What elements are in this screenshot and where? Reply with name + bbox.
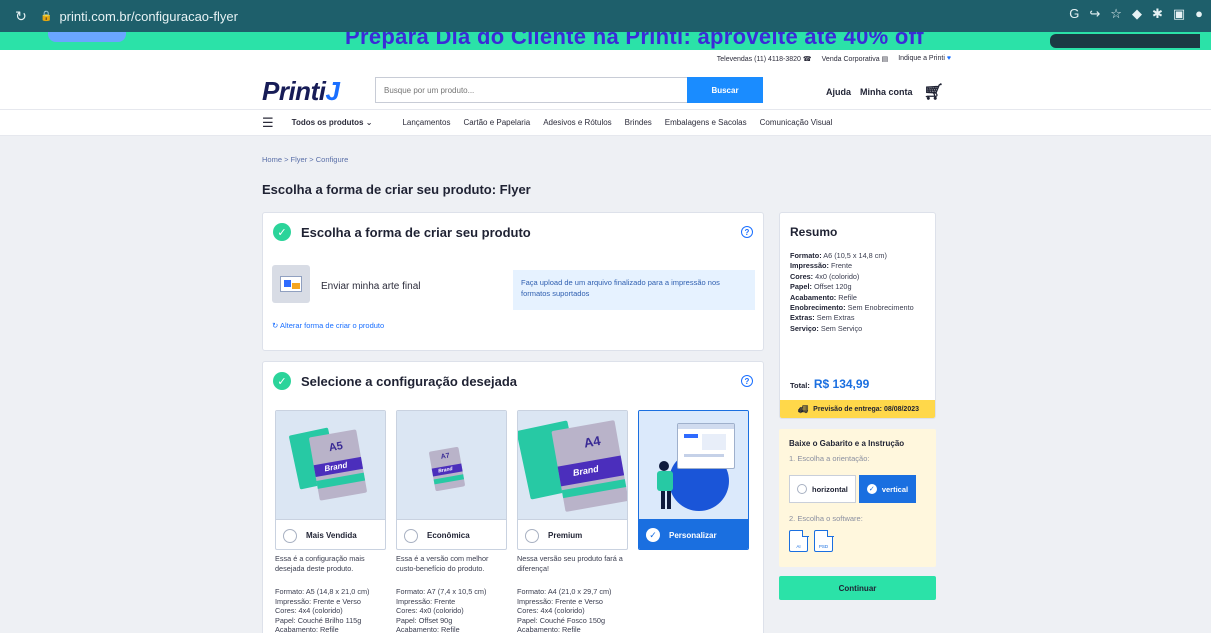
option-description: Essa é a configuração mais desejada dest…: [275, 554, 365, 573]
total-price: Total: R$ 134,99: [790, 377, 870, 391]
step-config-header: ✓ Selecione a configuração desejada: [273, 372, 517, 390]
option-spec: Formato: A5 (14,8 x 21,0 cm) Impressão: F…: [275, 587, 370, 633]
orientation-horizontal-button[interactable]: horizontal: [789, 475, 856, 503]
option-personalizar[interactable]: ✓ Personalizar: [638, 410, 749, 550]
orientation-label: 1. Escolha a orientação:: [789, 454, 870, 463]
option-spec: Formato: A7 (7,4 x 10,5 cm) Impressão: Fr…: [396, 587, 487, 633]
search-bar: Buscar: [375, 77, 763, 103]
promo-banner[interactable]: Prepara Dia do Cliente na Printi: aprove…: [0, 32, 1211, 50]
cart-icon[interactable]: 🛒︎: [924, 82, 944, 102]
promo-text: Prepara Dia do Cliente na Printi: aprove…: [345, 32, 924, 49]
step-create-card: ✓ Escolha a forma de criar seu produto ?…: [262, 212, 764, 351]
config-options: A5 Brand Mais Vendida A7 Brand Econômica…: [275, 410, 749, 550]
step-config-title: Selecione a configuração desejada: [301, 373, 518, 389]
option-label-row: Premium: [518, 519, 627, 549]
option-label-row: ✓ Personalizar: [639, 519, 748, 549]
radio-button[interactable]: [404, 528, 418, 543]
option-economica[interactable]: A7 Brand Econômica: [396, 410, 507, 550]
help-icon[interactable]: ?: [741, 375, 753, 387]
page-title: Escolha a forma de criar seu produto: Fl…: [262, 182, 531, 197]
breadcrumb[interactable]: Home > Flyer > Configure: [262, 155, 348, 164]
radio-button[interactable]: [525, 528, 539, 543]
continue-button[interactable]: Continuar: [779, 576, 936, 600]
psd-file-icon[interactable]: PSD: [814, 529, 834, 552]
template-download-panel: Baixe o Gabarito e a Instrução 1. Escolh…: [779, 429, 936, 567]
lock-icon: 🔒: [40, 10, 53, 22]
check-icon: ✓: [273, 372, 291, 390]
venda-corporativa-link[interactable]: Venda Corporativa ▤: [822, 55, 889, 63]
account-link[interactable]: Minha conta: [860, 87, 913, 97]
check-icon: ✓: [273, 223, 291, 241]
software-label: 2. Escolha o software:: [789, 514, 863, 523]
extension-icon[interactable]: ◆: [1132, 6, 1142, 22]
step-create-title: Escolha a forma de criar seu produto: [301, 224, 531, 240]
browser-actions: G ↪ ☆ ◆ ✱ ▣ ●: [1069, 6, 1203, 22]
option-image-a4: A4 Brand: [518, 411, 627, 519]
upload-art-icon: [272, 265, 310, 303]
template-title: Baixe o Gabarito e a Instrução: [789, 439, 905, 448]
nav-item-brindes[interactable]: Brindes: [625, 118, 652, 127]
help-link[interactable]: Ajuda: [826, 87, 851, 97]
address-text: printi.com.br/configuracao-flyer: [59, 8, 238, 24]
nav-item-adesivos[interactable]: Adesivos e Rótulos: [543, 118, 611, 127]
browser-toolbar: ↻ 🔒 printi.com.br/configuracao-flyer G ↪…: [0, 0, 1211, 32]
step-config-card: ✓ Selecione a configuração desejada ? A5…: [262, 361, 764, 633]
option-image-a7: A7 Brand: [397, 411, 506, 519]
header-actions: Ajuda Minha conta 🛒︎: [826, 82, 944, 102]
orientation-toggle: horizontal ✓ vertical: [789, 475, 917, 503]
nav-item-cartao[interactable]: Cartão e Papelaria: [463, 118, 530, 127]
star-icon[interactable]: ☆: [1110, 6, 1122, 22]
summary-title: Resumo: [790, 225, 838, 239]
menu-icon[interactable]: ☰: [262, 116, 274, 129]
option-description: Nessa versão seu produto fará a diferenç…: [517, 554, 623, 573]
indique-link[interactable]: Indique a Printi ♥: [898, 55, 951, 63]
orientation-vertical-button[interactable]: ✓ vertical: [858, 475, 917, 503]
radio-checked-icon[interactable]: ✓: [646, 528, 660, 542]
summary-card: Resumo Formato: A6 (10,5 x 14,8 cm) Impr…: [779, 212, 936, 419]
profile-icon[interactable]: ●: [1195, 6, 1203, 22]
nav-item-lancamentos[interactable]: Lançamentos: [402, 118, 450, 127]
address-bar[interactable]: 🔒 printi.com.br/configuracao-flyer: [40, 5, 238, 27]
delivery-estimate: 🚚︎ Previsão de entrega: 08/08/2023: [780, 400, 935, 418]
option-spec: Formato: A4 (21,0 x 29,7 cm) Impressão: F…: [517, 587, 612, 633]
option-image-a5: A5 Brand: [276, 411, 385, 519]
promo-illustration: [48, 32, 126, 42]
site-header: PrintiJ Buscar Ajuda Minha conta 🛒︎: [0, 70, 1211, 110]
step-create-header: ✓ Escolha a forma de criar seu produto: [273, 223, 531, 241]
printi-logo[interactable]: PrintiJ: [262, 76, 340, 107]
nav-item-embalagens[interactable]: Embalagens e Sacolas: [665, 118, 747, 127]
puzzle-icon[interactable]: ✱: [1152, 6, 1163, 22]
truck-icon: 🚚︎: [798, 404, 809, 414]
all-products-menu[interactable]: Todos os produtos ⌄: [292, 118, 373, 127]
option-label-row: Econômica: [397, 519, 506, 549]
category-nav: ☰ Todos os produtos ⌄ Lançamentos Cartão…: [0, 110, 1211, 136]
nav-item-comunicacao[interactable]: Comunicação Visual: [760, 118, 833, 127]
reload-icon[interactable]: ↻: [10, 5, 32, 27]
option-mais-vendida[interactable]: A5 Brand Mais Vendida: [275, 410, 386, 550]
option-label-row: Mais Vendida: [276, 519, 385, 549]
option-image-personalizar: [639, 411, 748, 519]
upload-art-label: Enviar minha arte final: [321, 281, 421, 292]
televendas-link[interactable]: Televendas (11) 4118-3820 ☎: [717, 55, 812, 63]
search-button[interactable]: Buscar: [687, 77, 763, 103]
utility-bar: Televendas (11) 4118-3820 ☎ Venda Corpor…: [0, 50, 1211, 70]
option-premium[interactable]: A4 Brand Premium: [517, 410, 628, 550]
search-input[interactable]: [375, 77, 687, 103]
upload-art-info: Faça upload de um arquivo finalizado par…: [513, 270, 755, 310]
ai-file-icon[interactable]: AI: [789, 529, 809, 552]
share-icon[interactable]: ↪: [1089, 6, 1100, 22]
change-method-link[interactable]: ↻ Alterar forma de criar o produto: [272, 321, 384, 330]
summary-details: Formato: A6 (10,5 x 14,8 cm) Impressão: …: [790, 251, 914, 333]
promo-badge: [1050, 34, 1200, 48]
help-icon[interactable]: ?: [741, 226, 753, 238]
option-description: Essa é a versão com melhor custo-benefíc…: [396, 554, 489, 573]
sidepanel-icon[interactable]: ▣: [1173, 6, 1185, 22]
google-icon[interactable]: G: [1069, 6, 1079, 22]
radio-button[interactable]: [283, 528, 297, 543]
